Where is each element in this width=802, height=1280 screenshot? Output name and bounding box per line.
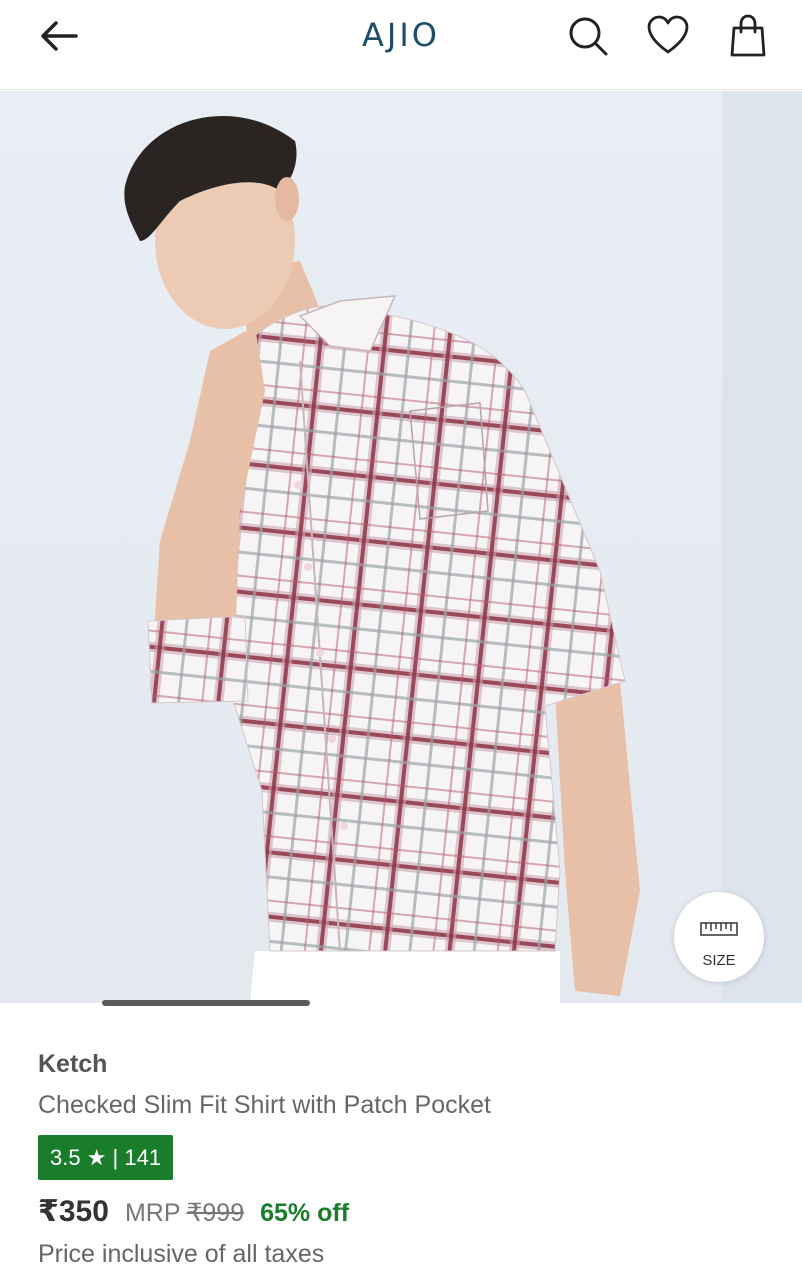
bag-button[interactable]	[726, 14, 770, 58]
shopping-bag-icon	[730, 14, 766, 57]
size-guide-button[interactable]: SIZE	[674, 892, 764, 982]
search-icon	[569, 17, 608, 56]
product-image[interactable]	[0, 91, 722, 1003]
mrp-value: ₹999	[186, 1199, 245, 1227]
search-button[interactable]	[566, 14, 610, 58]
heart-icon	[647, 15, 689, 54]
brand-name[interactable]: Ketch	[38, 1050, 107, 1079]
tax-note: Price inclusive of all taxes	[38, 1240, 325, 1268]
wishlist-button[interactable]	[646, 14, 690, 58]
product-gallery[interactable]: SIZE	[0, 91, 802, 1003]
discount-label: 65% off	[260, 1199, 350, 1227]
selling-price: ₹350	[38, 1195, 109, 1228]
product-title: Checked Slim Fit Shirt with Patch Pocket	[38, 1091, 491, 1119]
mrp-label: MRP	[124, 1199, 181, 1227]
size-label: SIZE	[702, 952, 736, 969]
rating-badge[interactable]: 3.5 ★ | 141	[38, 1135, 174, 1180]
ruler-icon	[700, 922, 738, 936]
carousel-indicator	[0, 1000, 802, 1006]
price-row: ₹350 MRP ₹999 65% off	[38, 1194, 349, 1230]
next-image-peek[interactable]	[722, 91, 802, 1003]
carousel-indicator-thumb	[102, 1000, 310, 1006]
top-bar: AJIO	[0, 0, 802, 90]
